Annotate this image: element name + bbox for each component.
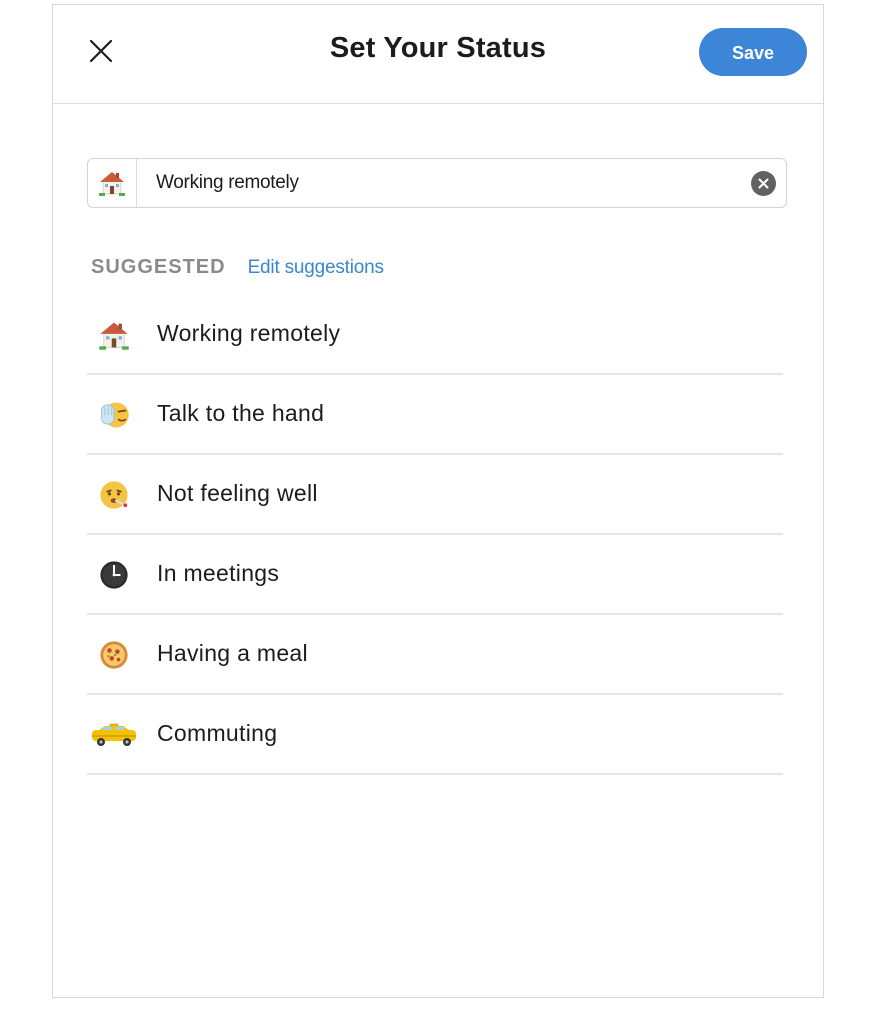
house-with-garden-icon bbox=[99, 172, 125, 196]
clock-icon bbox=[95, 558, 133, 592]
suggested-label: SUGGESTED bbox=[91, 256, 226, 278]
pizza-icon bbox=[95, 638, 133, 672]
suggestion-label: Commuting bbox=[157, 720, 278, 746]
set-status-dialog: Set Your Status Save SUGGESTED bbox=[52, 4, 824, 998]
suggestion-not-feeling-well[interactable]: Not feeling well bbox=[87, 455, 783, 535]
status-input-field bbox=[87, 158, 787, 208]
dialog-header: Set Your Status Save bbox=[53, 5, 823, 104]
suggestion-having-a-meal[interactable]: Having a meal bbox=[87, 615, 783, 695]
suggestion-working-remotely[interactable]: Working remotely bbox=[87, 295, 783, 375]
suggestion-label: Not feeling well bbox=[157, 480, 318, 506]
taxi-icon bbox=[89, 718, 139, 752]
suggestion-commuting[interactable]: Commuting bbox=[87, 695, 783, 775]
suggestion-list: Working remotely Talk to the hand Not fe… bbox=[87, 295, 783, 775]
save-button[interactable]: Save bbox=[699, 28, 807, 76]
status-text-input[interactable] bbox=[156, 159, 736, 207]
emoji-picker-button[interactable] bbox=[88, 159, 137, 207]
suggestion-talk-to-the-hand[interactable]: Talk to the hand bbox=[87, 375, 783, 455]
face-with-thermometer-icon bbox=[95, 478, 133, 512]
edit-suggestions-link[interactable]: Edit suggestions bbox=[248, 257, 384, 279]
suggestion-in-meetings[interactable]: In meetings bbox=[87, 535, 783, 615]
house-with-garden-icon bbox=[95, 318, 133, 352]
raised-hand-icon bbox=[95, 398, 133, 432]
suggestion-label: Working remotely bbox=[157, 320, 341, 346]
clear-status-button[interactable] bbox=[751, 171, 776, 196]
suggestion-label: In meetings bbox=[157, 560, 280, 586]
suggestion-label: Having a meal bbox=[157, 640, 308, 666]
suggestion-label: Talk to the hand bbox=[157, 400, 325, 426]
clear-icon bbox=[758, 178, 769, 189]
suggested-header: SUGGESTED Edit suggestions bbox=[91, 256, 384, 280]
